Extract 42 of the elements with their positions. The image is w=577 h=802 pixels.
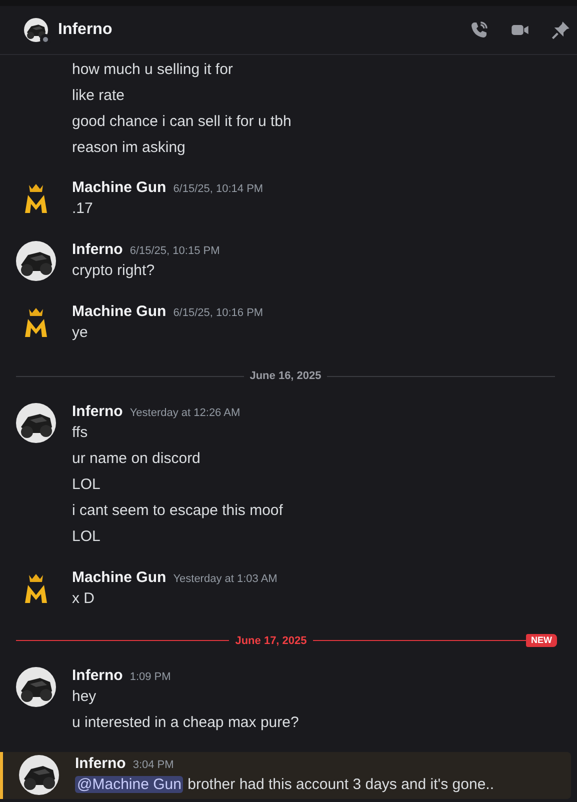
message-text: ur name on discord (72, 448, 202, 468)
phone-call-icon[interactable] (469, 20, 489, 40)
message-text: LOL (72, 526, 102, 546)
pin-icon[interactable] (551, 20, 571, 40)
message-text: u interested in a cheap max pure? (72, 713, 300, 733)
message-timestamp: 6/15/25, 10:14 PM (173, 182, 264, 197)
avatar-icon (16, 402, 56, 442)
message-text: how much u selling it for (72, 60, 234, 80)
author-name[interactable]: Machine Gun (72, 566, 166, 588)
mention-link[interactable]: @Machine Gun (75, 776, 184, 793)
author-name[interactable]: Machine Gun (72, 301, 166, 323)
author-name[interactable]: Inferno (75, 753, 126, 775)
message-timestamp: 3:04 PM (132, 758, 174, 773)
message-text: crypto right? (72, 261, 156, 281)
author-name[interactable]: Machine Gun (72, 177, 166, 199)
message-text: brother had this account 3 days and it's gone.. (186, 776, 494, 793)
new-badge: NEW (526, 634, 557, 648)
message-timestamp: Yesterday at 12:26 AM (130, 406, 240, 420)
channel-title: Inferno (58, 20, 112, 40)
avatar-icon (16, 667, 56, 707)
message-text: good chance i can sell it for u tbh (72, 112, 292, 132)
author-name[interactable]: Inferno (72, 665, 123, 687)
message-text: reason im asking (72, 138, 186, 158)
message-timestamp: 1:09 PM (130, 670, 171, 685)
author-name[interactable]: Inferno (72, 239, 123, 261)
message-text: i cant seem to escape this moof (72, 500, 284, 520)
avatar-icon (19, 755, 59, 795)
message-text: ye (72, 323, 89, 343)
date-divider: June 16, 2025 (248, 369, 322, 384)
message-timestamp: 6/15/25, 10:16 PM (173, 306, 264, 321)
author-name[interactable]: Inferno (72, 400, 123, 422)
message-text: ffs (72, 422, 89, 442)
avatar-icon (16, 241, 56, 281)
message-timestamp: 6/15/25, 10:15 PM (130, 244, 220, 259)
message-text: hey (72, 687, 98, 707)
message-text: x D (72, 588, 96, 608)
date-divider: June 17, 2025 (234, 634, 308, 648)
avatar-icon (24, 18, 48, 42)
message-text: LOL (72, 474, 102, 494)
message-text: .17 (72, 199, 94, 219)
message-timestamp: Yesterday at 1:03 AM (173, 572, 278, 586)
message-text: like rate (72, 86, 126, 106)
